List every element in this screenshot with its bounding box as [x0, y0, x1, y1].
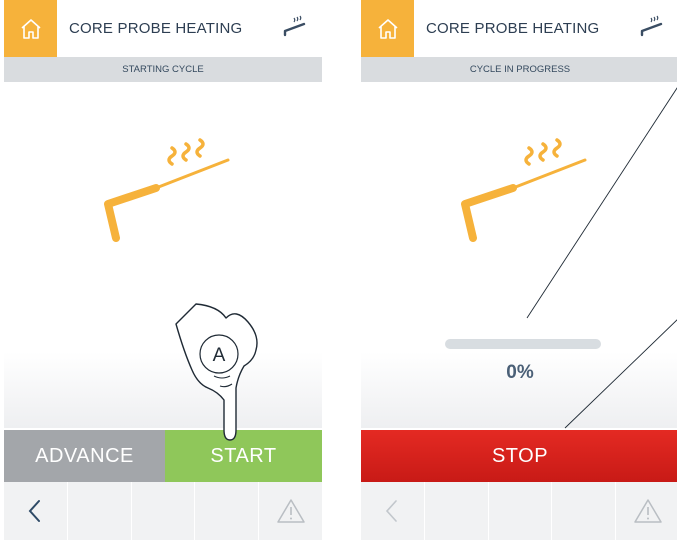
pointing-hand-illustration: A: [175, 303, 258, 441]
warning-button[interactable]: [259, 482, 322, 540]
cycle-status-bar: STARTING CYCLE: [4, 57, 322, 82]
content-area: [4, 82, 322, 428]
chevron-left-icon: [29, 500, 41, 522]
advance-button[interactable]: ADVANCE: [4, 430, 165, 482]
back-button[interactable]: [4, 482, 68, 540]
page-title: CORE PROBE HEATING: [69, 20, 243, 37]
core-probe-icon: [283, 15, 306, 37]
home-button[interactable]: [4, 0, 57, 57]
leader-line: [564, 319, 677, 429]
core-probe-heating-graphic: [104, 138, 230, 242]
warning-icon: [276, 499, 305, 523]
action-buttons: ADVANCE START: [4, 430, 322, 482]
header: CORE PROBE HEATING: [4, 0, 322, 57]
home-icon: [20, 18, 41, 39]
bottom-nav-slot: [195, 482, 260, 540]
callout-leader-lines: [526, 87, 677, 429]
bottom-nav-slot: [132, 482, 196, 540]
bottom-nav: [4, 482, 322, 540]
leader-line: [526, 87, 677, 319]
starting-cycle-screen: CORE PROBE HEATING STARTING CYCLE ADVANC…: [4, 0, 322, 540]
cycle-in-progress-screen: CORE PROBE HEATING CYCLE IN PROGRESS 0% …: [361, 0, 677, 540]
callout-marker: A: [213, 345, 226, 366]
bottom-nav-slot: [68, 482, 132, 540]
